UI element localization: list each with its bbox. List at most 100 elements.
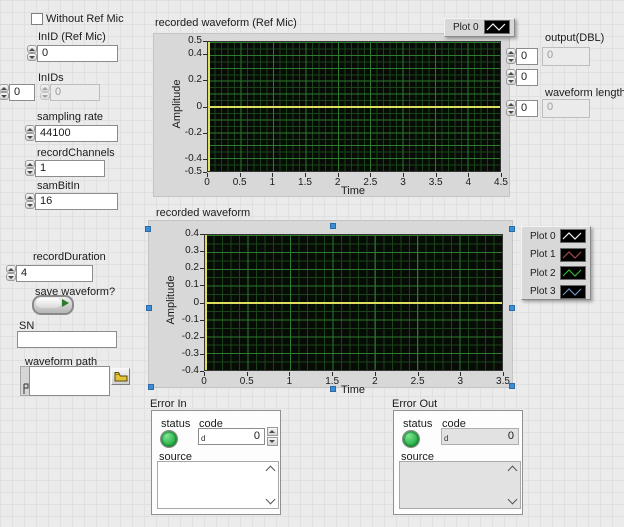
legend-item[interactable]: Plot 2 — [522, 264, 590, 283]
scroll-down-icon[interactable] — [266, 495, 276, 505]
plot-line-swatch-icon — [484, 20, 510, 34]
inids-index-spinner[interactable] — [0, 84, 9, 101]
decrement-icon[interactable] — [25, 201, 35, 209]
increment-icon[interactable] — [27, 45, 37, 53]
output-dbl-col-index-spinner[interactable] — [506, 69, 516, 86]
selection-handle[interactable] — [148, 384, 154, 390]
decrement-icon[interactable] — [25, 133, 35, 141]
selection-handle[interactable] — [509, 226, 515, 232]
waveform-graph-ref-mic: Amplitude Time 0.50.40.20-0.2-0.4-0.500.… — [153, 33, 510, 197]
increment-icon[interactable] — [6, 265, 16, 273]
x-tick-label: 0 — [189, 376, 219, 387]
x-tick-label: 0.5 — [232, 376, 262, 387]
waveform-path-field[interactable] — [29, 366, 110, 396]
inid-field[interactable]: 0 — [37, 45, 118, 62]
tick-mark — [200, 354, 204, 355]
increment-icon[interactable] — [25, 160, 35, 168]
legend-item[interactable]: Plot 0 — [522, 227, 590, 246]
sampling-rate-spinner[interactable] — [25, 125, 35, 142]
decrement-icon[interactable] — [25, 168, 35, 176]
x-tick-label: 2 — [323, 177, 353, 188]
legend-item[interactable]: Plot 3 — [522, 283, 590, 302]
waveform-length-element-field: 0 — [542, 99, 590, 118]
decrement-button[interactable] — [267, 437, 278, 446]
x-tick-label: 1.5 — [290, 177, 320, 188]
code-field: d 0 — [441, 428, 519, 445]
decrement-icon[interactable] — [506, 108, 516, 116]
decrement-icon[interactable] — [0, 92, 9, 100]
status-led[interactable] — [160, 430, 178, 448]
graph1-title: recorded waveform (Ref Mic) — [155, 17, 297, 29]
increment-icon[interactable] — [25, 193, 35, 201]
output-dbl-col-index-field[interactable]: 0 — [516, 69, 538, 86]
tick-mark — [200, 337, 204, 338]
output-dbl-row-index-spinner[interactable] — [506, 48, 516, 65]
decrement-icon[interactable] — [6, 273, 16, 281]
inids-index-field[interactable]: 0 — [9, 84, 35, 101]
y-tick-label: 0 — [196, 101, 202, 112]
legend-item[interactable]: Plot 0 — [445, 19, 514, 35]
selection-handle[interactable] — [509, 383, 515, 389]
y-tick-label: -0.1 — [182, 314, 199, 325]
tick-mark — [203, 54, 207, 55]
trace-zero-line — [208, 106, 500, 108]
source-field[interactable] — [157, 461, 279, 509]
browse-button[interactable] — [111, 368, 130, 385]
sn-field[interactable] — [17, 331, 117, 348]
without-ref-mic-checkbox[interactable] — [31, 13, 43, 25]
y-tick-label: -0.3 — [182, 348, 199, 359]
record-duration-field[interactable]: 4 — [16, 265, 93, 282]
tick-mark — [207, 173, 208, 177]
tick-mark — [203, 133, 207, 134]
selection-handle[interactable] — [146, 305, 152, 311]
record-channels-field[interactable]: 1 — [35, 160, 105, 177]
x-tick-label: 2.5 — [403, 376, 433, 387]
increment-icon[interactable] — [506, 48, 516, 56]
graph1-legend[interactable]: Plot 0 — [444, 18, 515, 37]
waveform-length-index-spinner[interactable] — [506, 100, 516, 117]
decrement-icon[interactable] — [506, 56, 516, 64]
increment-icon[interactable] — [25, 125, 35, 133]
tick-mark — [200, 320, 204, 321]
y-tick-label: 0 — [193, 297, 199, 308]
record-duration-spinner[interactable] — [6, 265, 16, 282]
tick-mark — [200, 285, 204, 286]
increment-icon[interactable] — [0, 84, 9, 92]
code-field[interactable]: d 0 — [198, 428, 265, 445]
inids-element-field[interactable]: 0 — [50, 84, 100, 101]
y-tick-label: 0.4 — [185, 228, 199, 239]
tick-mark — [468, 173, 469, 177]
increment-button[interactable] — [267, 427, 278, 436]
y-tick-label: -0.2 — [182, 331, 199, 342]
selection-handle[interactable] — [330, 386, 336, 392]
sampling-rate-field[interactable]: 44100 — [35, 125, 118, 142]
tick-mark — [338, 173, 339, 177]
scroll-down-icon[interactable] — [508, 495, 518, 505]
increment-icon[interactable] — [506, 69, 516, 77]
error-in-cluster: status code d 0 source — [151, 410, 281, 515]
graph2-legend[interactable]: Plot 0Plot 1Plot 2Plot 3 — [521, 226, 591, 300]
selection-handle[interactable] — [145, 226, 151, 232]
tick-mark — [200, 268, 204, 269]
x-tick-label: 2 — [360, 376, 390, 387]
y-tick-label: -0.5 — [185, 166, 202, 177]
sam-bit-in-spinner[interactable] — [25, 193, 35, 210]
plot-area — [207, 41, 501, 172]
record-channels-spinner[interactable] — [25, 160, 35, 177]
inids-label: InIDs — [38, 72, 64, 84]
scroll-up-icon[interactable] — [266, 466, 276, 476]
decrement-icon[interactable] — [506, 77, 516, 85]
decrement-icon[interactable] — [27, 53, 37, 61]
selection-handle[interactable] — [330, 223, 336, 229]
inid-spinner[interactable] — [27, 45, 37, 62]
waveform-length-index-field[interactable]: 0 — [516, 100, 538, 117]
scroll-up-icon[interactable] — [508, 466, 518, 476]
tick-mark — [289, 372, 290, 376]
output-dbl-row-index-field[interactable]: 0 — [516, 48, 538, 65]
sam-bit-in-field[interactable]: 16 — [35, 193, 118, 210]
plot-line-swatch-icon — [560, 266, 586, 280]
save-waveform-button[interactable] — [32, 295, 74, 315]
legend-item[interactable]: Plot 1 — [522, 246, 590, 265]
increment-icon[interactable] — [506, 100, 516, 108]
selection-handle[interactable] — [509, 305, 515, 311]
